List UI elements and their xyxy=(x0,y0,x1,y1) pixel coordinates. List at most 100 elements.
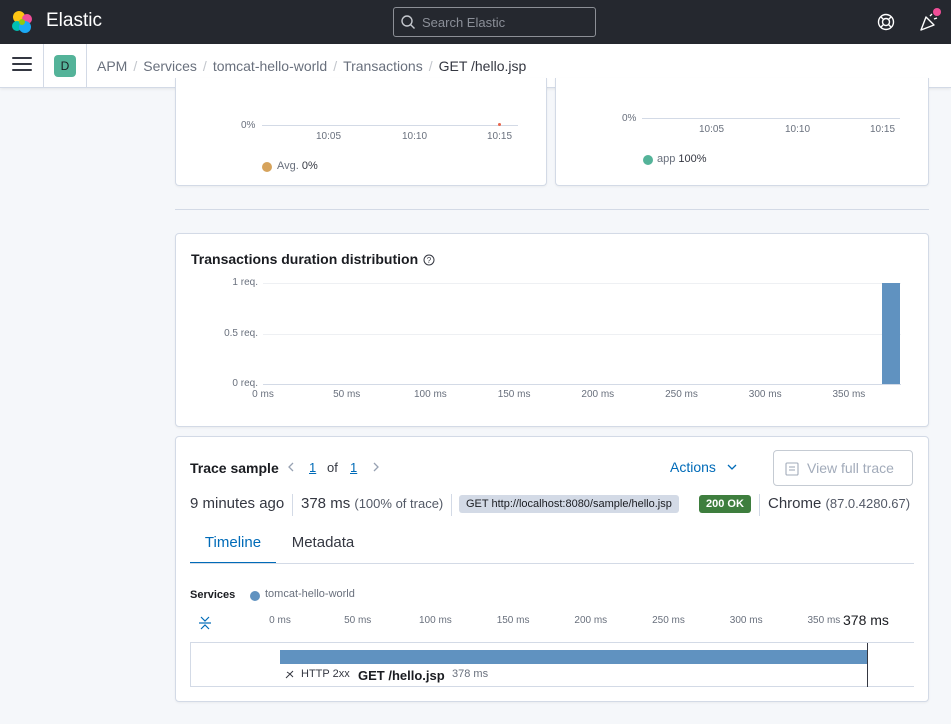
chart-gridline xyxy=(263,283,901,284)
x-tick: 10:05 xyxy=(699,124,725,135)
menu-line xyxy=(12,69,32,71)
http-span-icon xyxy=(285,670,294,679)
breadcrumb-current: GET /hello.jsp xyxy=(438,58,527,74)
y-tick: 0% xyxy=(622,113,637,124)
y-tick: 0% xyxy=(241,120,256,131)
span-duration: 378 ms xyxy=(452,668,489,680)
actions-label: Actions xyxy=(670,459,716,475)
y-tick-label: 0 req. xyxy=(232,378,258,389)
legend-item[interactable]: app 100% xyxy=(657,153,707,165)
breadcrumb-separator: / xyxy=(333,58,338,74)
search-icon xyxy=(401,15,415,29)
tab-metadata-label: Metadata xyxy=(291,534,355,551)
tab-metadata[interactable]: Metadata xyxy=(280,526,366,564)
view-full-trace-label: View full trace xyxy=(807,460,894,476)
chart-gridline xyxy=(263,384,901,385)
span-end-marker xyxy=(867,643,868,687)
x-tick-label: 150 ms xyxy=(497,389,531,400)
y-tick-label: 0.5 req. xyxy=(224,327,258,339)
duration-percent: (100% of trace) xyxy=(354,496,444,511)
breadcrumb-apm[interactable]: APM xyxy=(97,58,127,74)
service-color-dot xyxy=(250,591,260,601)
breadcrumb-services[interactable]: Services xyxy=(143,58,197,74)
page-of-label: of xyxy=(327,460,338,475)
x-tick: 10:05 xyxy=(316,131,342,142)
chevron-left-icon[interactable] xyxy=(286,462,296,472)
view-full-trace-button[interactable]: View full trace xyxy=(773,450,913,486)
waterfall xyxy=(190,642,914,687)
chart-gridline xyxy=(263,333,901,335)
trace-summary: 9 minutes ago xyxy=(190,495,284,512)
time-ago: 9 minutes ago xyxy=(190,495,285,512)
breadcrumb-service[interactable]: tomcat-hello-world xyxy=(213,58,327,74)
breadcrumb-separator: / xyxy=(133,58,138,74)
chevron-right-icon[interactable] xyxy=(371,462,381,472)
data-point xyxy=(498,123,501,126)
x-tick: 10:15 xyxy=(870,124,896,135)
chart-baseline xyxy=(642,118,900,119)
x-tick-label: 0 ms xyxy=(252,389,274,400)
chart-baseline xyxy=(262,125,518,126)
legend-color-dot xyxy=(262,162,272,172)
legend-label: app xyxy=(657,153,676,165)
browser-version: (87.0.4280.67) xyxy=(825,496,911,511)
x-tick-label: 50 ms xyxy=(333,389,361,400)
breadcrumb-transactions[interactable]: Transactions xyxy=(343,58,423,74)
services-label: Services xyxy=(190,589,236,601)
x-tick-label: 200 ms xyxy=(581,389,615,400)
search-input[interactable]: Search Elastic xyxy=(393,7,596,37)
menu-line xyxy=(12,57,32,59)
service-name[interactable]: tomcat-hello-world xyxy=(265,588,355,600)
breadcrumb-separator: / xyxy=(428,58,433,74)
browser-name: Chrome xyxy=(768,495,822,512)
elastic-logo[interactable] xyxy=(10,10,34,34)
x-tick-label: 350 ms xyxy=(832,389,866,400)
tab-timeline-label: Timeline xyxy=(204,534,262,551)
x-tick: 10:10 xyxy=(785,124,811,135)
divider xyxy=(86,44,87,88)
brand-name[interactable]: Elastic xyxy=(46,10,102,32)
space-avatar[interactable]: D xyxy=(54,55,76,77)
status-badge[interactable]: 200 OK xyxy=(699,495,751,513)
apm-trace-icon xyxy=(785,462,799,476)
span-name[interactable]: GET /hello.jsp xyxy=(358,668,445,683)
section-divider xyxy=(175,209,929,210)
duration-value: 378 ms xyxy=(301,495,351,512)
summary-divider xyxy=(451,494,452,516)
y-tick-label: 1 req. xyxy=(232,277,258,288)
breadcrumb-separator: / xyxy=(202,58,207,74)
legend-item[interactable]: Avg. 0% xyxy=(277,160,318,172)
legend-color-dot xyxy=(643,155,653,165)
tab-timeline[interactable]: Timeline xyxy=(190,526,276,564)
legend-value: 0% xyxy=(301,160,318,172)
breadcrumb: APM / Services / tomcat-hello-world / Transact… xyxy=(97,58,526,74)
browser-info: Chrome (87.0.4280.67) xyxy=(768,495,910,512)
page-current[interactable]: 1 xyxy=(309,460,316,475)
time-spent-panel: 0% 10:05 10:10 10:15 app 100% xyxy=(555,78,929,186)
x-tick: 10:10 xyxy=(402,131,428,142)
help-icon[interactable] xyxy=(876,12,896,32)
x-tick-label: 250 ms xyxy=(665,389,698,400)
top-header: Elastic Search Elastic xyxy=(0,0,951,44)
page-total[interactable]: 1 xyxy=(350,460,357,475)
trace-duration: 378 ms (100% of trace) xyxy=(301,495,443,512)
distribution-chart: 1 req. 0.5 req. 0 req. 0 ms 50 ms 100 ms 150 m… xyxy=(176,234,930,428)
chevron-down-icon xyxy=(727,464,737,470)
collapse-icon[interactable] xyxy=(197,615,213,631)
summary-divider xyxy=(292,494,293,516)
error-rate-panel: 0% 10:05 10:10 10:15 Avg. 0% xyxy=(175,78,547,186)
timeline-total: 378 ms xyxy=(843,612,889,628)
url-badge[interactable]: GET http://localhost:8080/sample/hello.j… xyxy=(459,495,679,513)
transaction-span-bar[interactable] xyxy=(280,650,867,664)
x-tick: 10:15 xyxy=(487,131,513,142)
search-placeholder: Search Elastic xyxy=(422,15,506,30)
legend-label: Avg. xyxy=(277,160,299,172)
tabs-divider xyxy=(190,563,914,564)
distribution-bar[interactable] xyxy=(882,283,900,384)
menu-toggle-button[interactable] xyxy=(12,57,32,75)
actions-button[interactable]: Actions xyxy=(670,459,738,477)
x-tick-label: 300 ms xyxy=(748,389,782,400)
legend-value: 100% xyxy=(678,153,707,165)
divider xyxy=(43,44,44,88)
menu-line xyxy=(12,63,32,65)
